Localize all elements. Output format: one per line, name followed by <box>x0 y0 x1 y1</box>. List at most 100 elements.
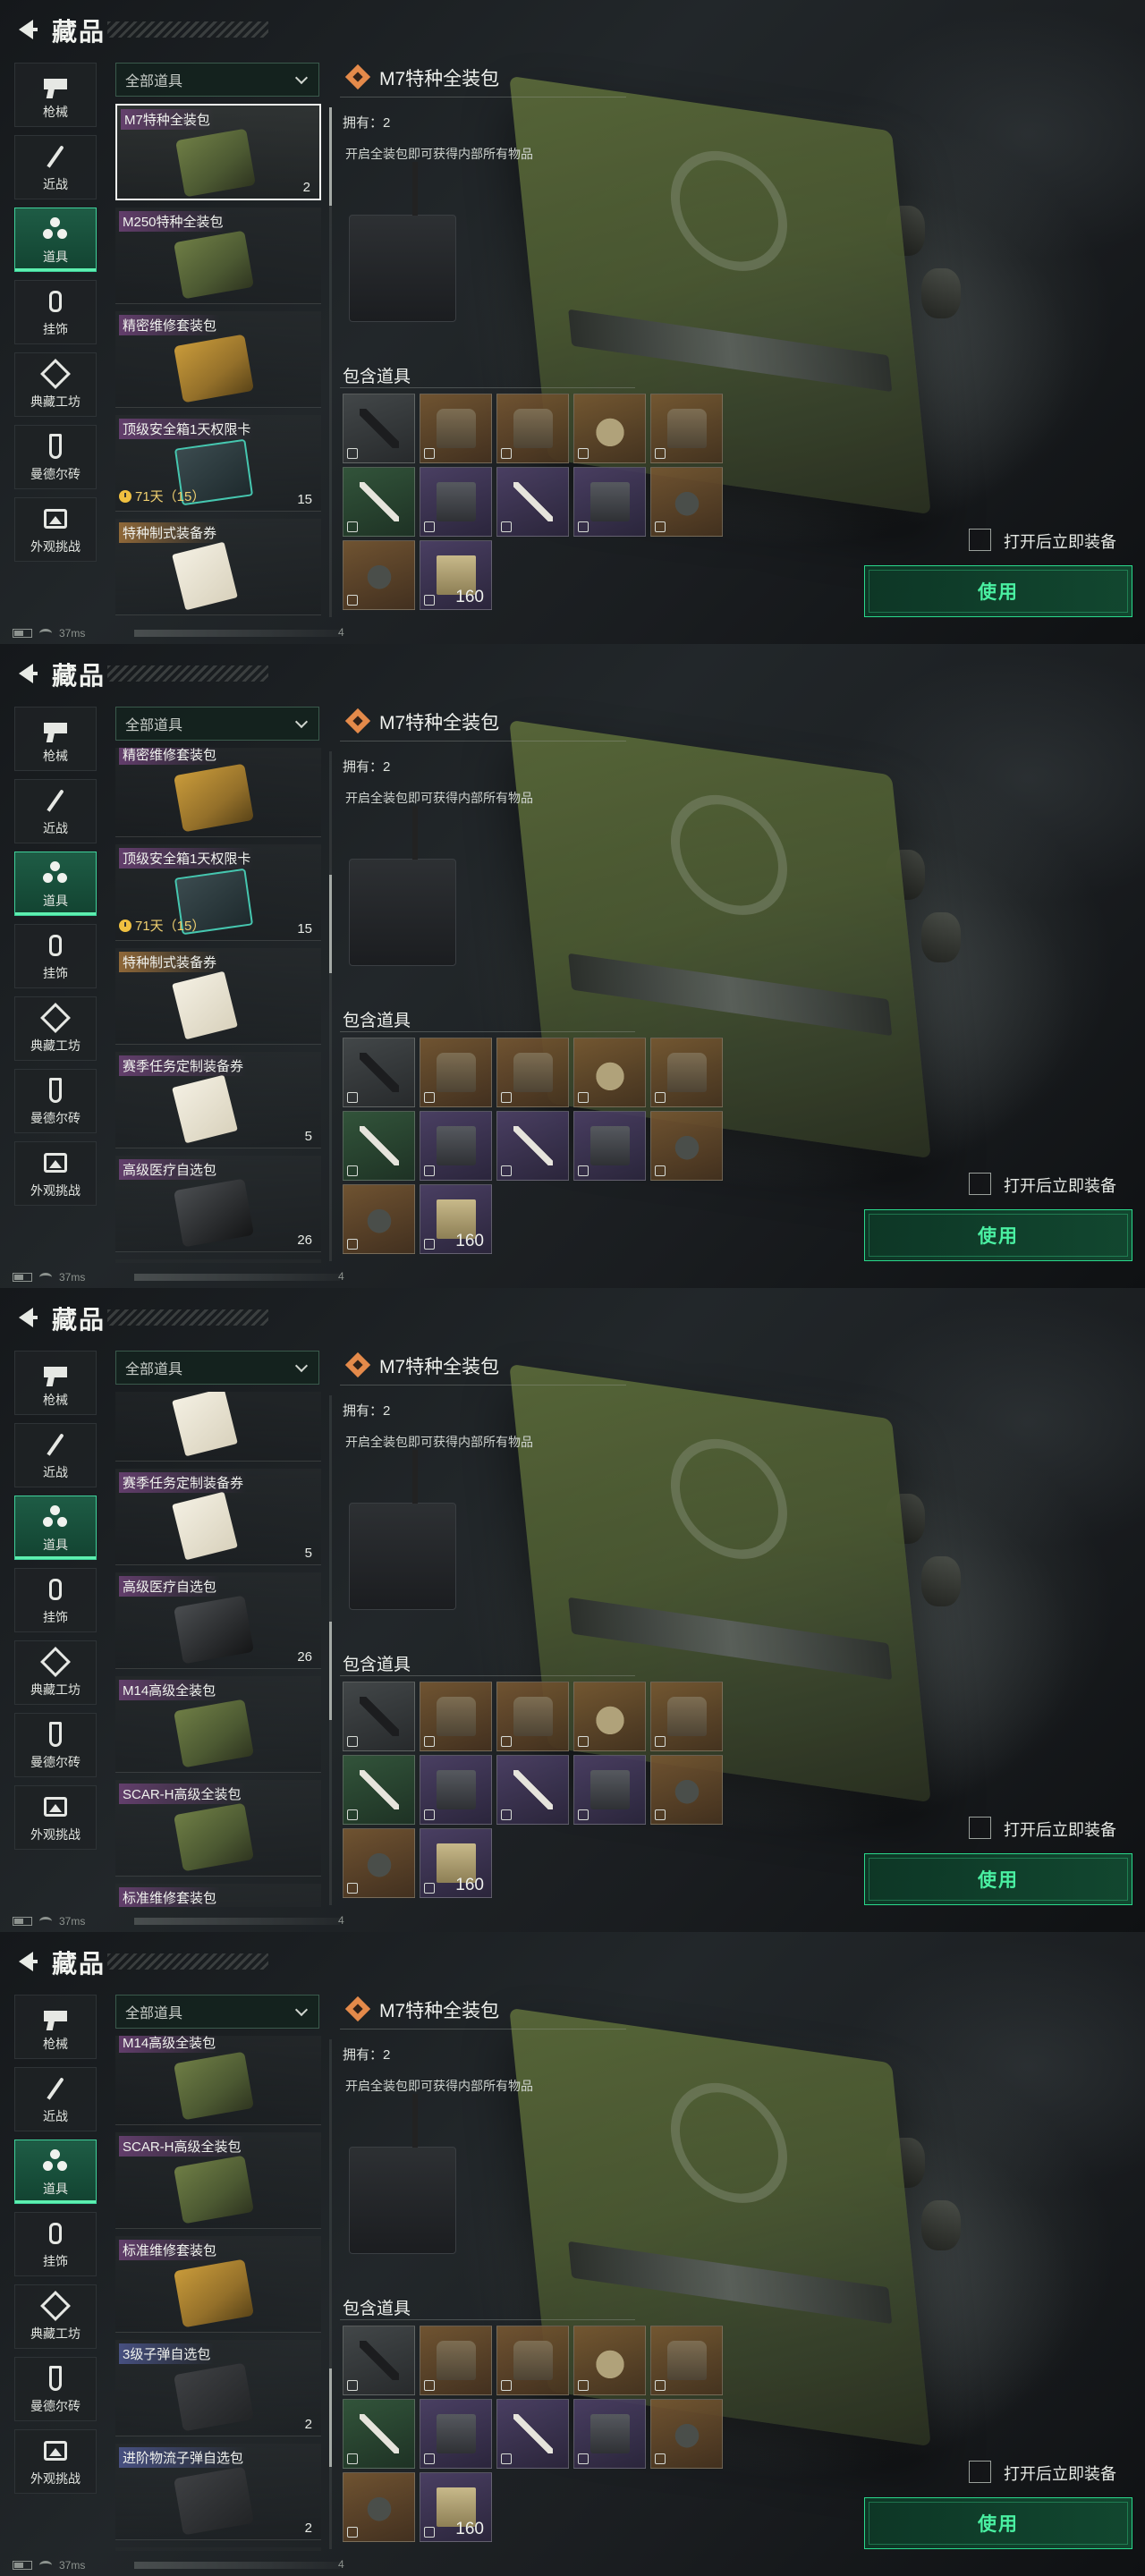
use-button[interactable]: 使用 <box>864 1853 1132 1905</box>
nav-item-guns[interactable]: 枪械 <box>14 1995 97 2059</box>
content-slot[interactable] <box>343 2399 415 2469</box>
content-slot[interactable] <box>496 2399 569 2469</box>
content-slot[interactable] <box>496 2326 569 2395</box>
nav-item-guns[interactable]: 枪械 <box>14 707 97 771</box>
scrollbar-thumb[interactable] <box>329 107 332 206</box>
scrollbar-thumb[interactable] <box>329 2368 332 2467</box>
nav-item-collection[interactable]: 典藏工坊 <box>14 352 97 417</box>
content-slot[interactable] <box>496 1111 569 1181</box>
equip-after-open-checkbox[interactable] <box>969 2461 991 2483</box>
list-item[interactable]: M250特种全装包 <box>115 208 321 304</box>
list-item[interactable]: 特种制式装备券 <box>115 948 321 1045</box>
content-slot[interactable] <box>343 2326 415 2395</box>
content-slot[interactable]: 160 <box>420 540 492 610</box>
content-slot[interactable] <box>420 467 492 537</box>
content-slot[interactable] <box>420 394 492 463</box>
content-slot[interactable] <box>573 1682 646 1751</box>
list-item[interactable]: M14高级全装包 <box>115 1259 321 1263</box>
list-item[interactable]: M14高级全装包 <box>115 1676 321 1773</box>
use-button[interactable]: 使用 <box>864 565 1132 617</box>
list-item[interactable]: 高级医疗自选包 26 <box>115 1156 321 1252</box>
nav-item-appearance[interactable]: 外观挑战 <box>14 1785 97 1850</box>
equip-after-open-checkbox[interactable] <box>969 1817 991 1839</box>
nav-item-melee[interactable]: 近战 <box>14 1423 97 1487</box>
item-list[interactable]: M7特种全装包 2 M250特种全装包 精密维修套装包 顶级安全箱1天权限卡 71天（15… <box>115 104 321 619</box>
content-slot[interactable] <box>343 540 415 610</box>
content-slot[interactable] <box>650 2326 723 2395</box>
list-item[interactable]: 精密维修套装包 <box>115 311 321 408</box>
nav-item-mandel[interactable]: 曼德尔砖 <box>14 425 97 489</box>
nav-item-collection[interactable]: 典藏工坊 <box>14 1640 97 1705</box>
filter-dropdown[interactable]: 全部道具 <box>115 63 319 97</box>
content-slot[interactable] <box>343 1682 415 1751</box>
content-slot[interactable] <box>343 1184 415 1254</box>
list-item[interactable]: 赛季任务定制装备券 5 <box>115 1052 321 1148</box>
list-item[interactable]: 标准维修套装包 <box>115 1884 321 1907</box>
nav-item-items[interactable]: 道具 <box>14 2140 97 2204</box>
nav-item-charms[interactable]: 挂饰 <box>14 924 97 988</box>
nav-item-charms[interactable]: 挂饰 <box>14 280 97 344</box>
content-slot[interactable] <box>420 1755 492 1825</box>
scrollbar-track[interactable] <box>329 2039 332 2549</box>
nav-item-appearance[interactable]: 外观挑战 <box>14 1141 97 1206</box>
content-slot[interactable] <box>573 467 646 537</box>
content-slot[interactable] <box>343 2472 415 2542</box>
nav-item-mandel[interactable]: 曼德尔砖 <box>14 1713 97 1777</box>
content-slot[interactable] <box>573 2399 646 2469</box>
item-list[interactable]: M14高级全装包 SCAR-H高级全装包 标准维修套装包 3级子弹自选包 2 进阶物流子弹… <box>115 2036 321 2551</box>
content-slot[interactable] <box>496 1755 569 1825</box>
back-button[interactable] <box>13 1302 43 1333</box>
equip-after-open-checkbox[interactable] <box>969 529 991 551</box>
nav-item-melee[interactable]: 近战 <box>14 135 97 199</box>
back-button[interactable] <box>13 658 43 689</box>
content-slot[interactable] <box>496 1038 569 1107</box>
content-slot[interactable] <box>343 1828 415 1898</box>
content-slot[interactable] <box>496 1682 569 1751</box>
nav-item-collection[interactable]: 典藏工坊 <box>14 2284 97 2349</box>
nav-item-items[interactable]: 道具 <box>14 852 97 916</box>
nav-item-melee[interactable]: 近战 <box>14 779 97 843</box>
content-slot[interactable] <box>650 467 723 537</box>
content-slot[interactable] <box>343 394 415 463</box>
content-slot[interactable]: 160 <box>420 2472 492 2542</box>
list-item[interactable]: SCAR-H高级全装包 <box>115 1780 321 1877</box>
use-button[interactable]: 使用 <box>864 1209 1132 1261</box>
content-slot[interactable] <box>343 1038 415 1107</box>
back-button[interactable] <box>13 14 43 45</box>
content-slot[interactable] <box>420 1111 492 1181</box>
nav-item-charms[interactable]: 挂饰 <box>14 1568 97 1632</box>
nav-item-collection[interactable]: 典藏工坊 <box>14 996 97 1061</box>
list-item[interactable]: 顶级安全箱1天权限卡 71天（15） 15 <box>115 844 321 941</box>
content-slot[interactable] <box>343 1111 415 1181</box>
content-slot[interactable] <box>573 394 646 463</box>
list-item[interactable]: M14高级全装包 <box>115 2036 321 2125</box>
content-slot[interactable] <box>420 2399 492 2469</box>
content-slot[interactable] <box>573 1755 646 1825</box>
list-item[interactable]: 进阶物流子弹自选包 2 <box>115 2444 321 2540</box>
content-slot[interactable] <box>650 1682 723 1751</box>
nav-item-items[interactable]: 道具 <box>14 208 97 272</box>
content-slot[interactable] <box>573 1038 646 1107</box>
content-slot[interactable] <box>420 2326 492 2395</box>
content-slot[interactable] <box>573 2326 646 2395</box>
content-slot[interactable] <box>343 467 415 537</box>
nav-item-items[interactable]: 道具 <box>14 1496 97 1560</box>
nav-item-appearance[interactable]: 外观挑战 <box>14 497 97 562</box>
scrollbar-track[interactable] <box>329 751 332 1261</box>
nav-item-melee[interactable]: 近战 <box>14 2067 97 2131</box>
nav-item-guns[interactable]: 枪械 <box>14 63 97 127</box>
item-list[interactable]: 特种制式装备券赛季任务定制装备券 5 高级医疗自选包 26 M14高级全装包 SCAR-H… <box>115 1392 321 1907</box>
filter-dropdown[interactable]: 全部道具 <box>115 707 319 741</box>
filter-dropdown[interactable]: 全部道具 <box>115 1351 319 1385</box>
content-slot[interactable] <box>496 467 569 537</box>
content-slot[interactable] <box>650 1038 723 1107</box>
content-slot[interactable]: 160 <box>420 1828 492 1898</box>
nav-item-mandel[interactable]: 曼德尔砖 <box>14 1069 97 1133</box>
nav-item-appearance[interactable]: 外观挑战 <box>14 2429 97 2494</box>
content-slot[interactable]: 160 <box>420 1184 492 1254</box>
list-item[interactable]: 顶级安全箱1天权限卡 71天（15） 15 <box>115 415 321 512</box>
scrollbar-thumb[interactable] <box>329 875 332 973</box>
list-item[interactable]: 3级子弹自选包 2 <box>115 2340 321 2436</box>
content-slot[interactable] <box>650 394 723 463</box>
nav-item-mandel[interactable]: 曼德尔砖 <box>14 2357 97 2421</box>
